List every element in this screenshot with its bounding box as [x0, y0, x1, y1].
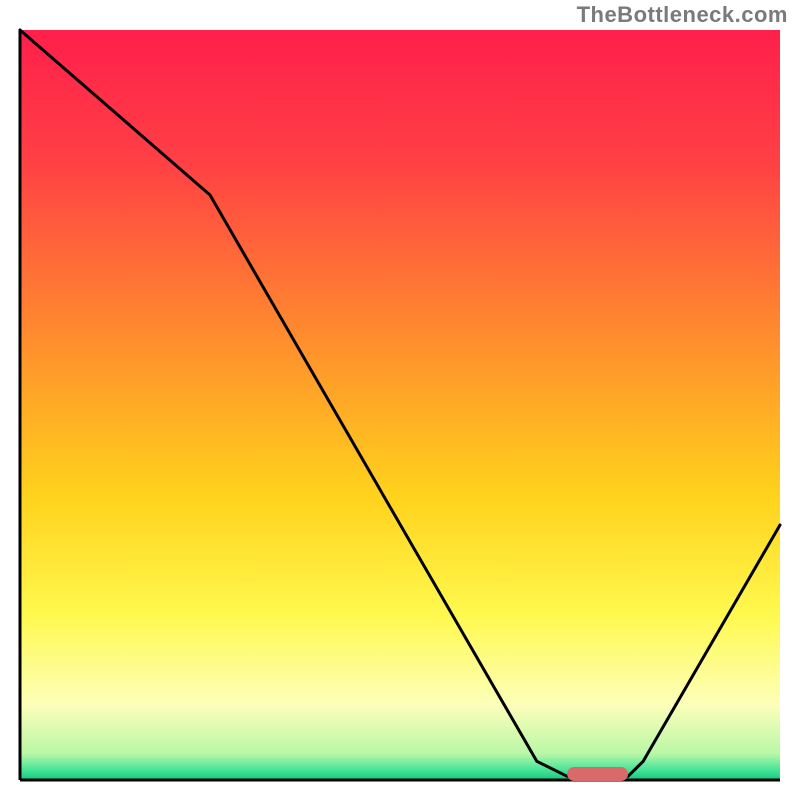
- chart-container: TheBottleneck.com: [0, 0, 800, 800]
- watermark-label: TheBottleneck.com: [577, 2, 788, 28]
- gradient-background: [20, 30, 780, 780]
- bottleneck-chart: [0, 0, 800, 800]
- sweet-spot-marker: [567, 767, 628, 781]
